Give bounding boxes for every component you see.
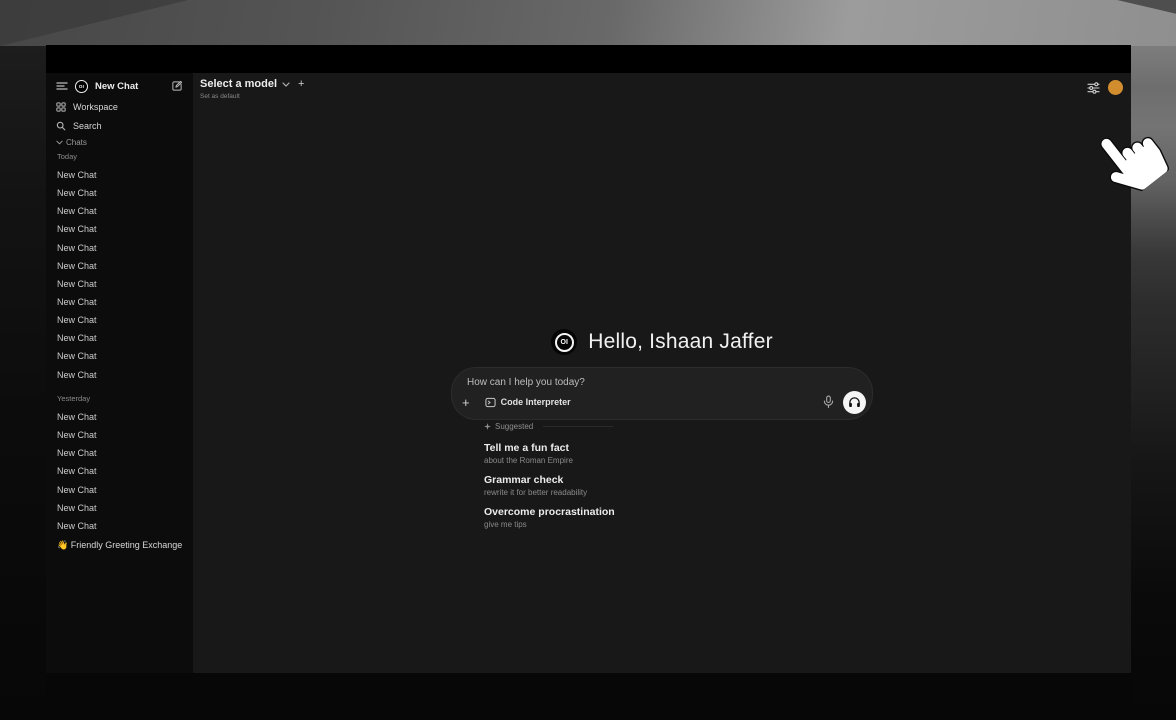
suggested-list: Tell me a fun fact about the Roman Empir…: [484, 442, 884, 529]
chevron-down-icon: [56, 140, 63, 145]
suggested-prompt-subtitle: give me tips: [484, 520, 884, 529]
chat-list-item[interactable]: New Chat: [46, 220, 193, 238]
openwebui-logo: OI: [551, 329, 577, 355]
chat-group-label-yesterday: Yesterday: [57, 394, 90, 403]
chat-list-item[interactable]: New Chat: [46, 202, 193, 220]
chat-list-item[interactable]: New Chat: [46, 499, 193, 517]
chat-list-item[interactable]: New Chat: [46, 366, 193, 384]
chat-group-label-today: Today: [57, 152, 77, 161]
suggested-prompt-title: Tell me a fun fact: [484, 442, 884, 454]
suggested-prompt-title: Grammar check: [484, 474, 884, 486]
message-composer[interactable]: How can I help you today? + Code Interpr…: [452, 368, 872, 419]
window-header-bar: [46, 45, 1131, 73]
chat-list-item[interactable]: New Chat: [46, 444, 193, 462]
suggested-prompt-subtitle: about the Roman Empire: [484, 456, 884, 465]
suggested-prompt[interactable]: Overcome procrastination give me tips: [484, 506, 884, 529]
suggested-prompts: Suggested Tell me a fun fact about the R…: [484, 422, 884, 529]
search-icon: [56, 121, 66, 131]
suggested-sparkle-icon: [484, 422, 491, 431]
suggested-prompt-subtitle: rewrite it for better readability: [484, 488, 884, 497]
add-model-button[interactable]: +: [298, 78, 304, 90]
microphone-icon[interactable]: [823, 395, 834, 409]
chat-list-today: New ChatNew ChatNew ChatNew ChatNew Chat…: [46, 166, 193, 384]
workspace-grid-icon: [56, 102, 66, 112]
sidebar: OI New Chat Workspace Search: [46, 73, 193, 673]
sidebar-item-search[interactable]: Search: [46, 116, 193, 135]
composer-toolbar: + Code Interpreter: [452, 391, 872, 413]
chat-list-item[interactable]: New Chat: [46, 184, 193, 202]
greeting-row: OI Hello, Ishaan Jaffer: [193, 329, 1131, 355]
sidebar-item-workspace[interactable]: Workspace: [46, 97, 193, 116]
sidebar-item-label: Workspace: [73, 102, 118, 112]
openwebui-logo[interactable]: OI: [75, 80, 88, 93]
user-avatar[interactable]: [1108, 80, 1123, 95]
chat-list-item[interactable]: New Chat: [46, 257, 193, 275]
new-chat-icon[interactable]: [171, 80, 183, 92]
code-interpreter-icon: [485, 397, 496, 408]
chat-list-item[interactable]: New Chat: [46, 517, 193, 535]
chat-list-item[interactable]: New Chat: [46, 462, 193, 480]
chat-list-item[interactable]: New Chat: [46, 426, 193, 444]
model-selector-block: Select a model + Set as default: [200, 78, 304, 100]
chat-list-item[interactable]: New Chat: [46, 329, 193, 347]
controls-sliders-icon[interactable]: [1087, 82, 1100, 94]
chat-list-item-friendly-greeting[interactable]: 👋 Friendly Greeting Exchange: [46, 536, 193, 554]
app-window: OI New Chat Workspace Search: [46, 45, 1131, 673]
chat-list-item[interactable]: New Chat: [46, 293, 193, 311]
desktop-background-right: [1131, 46, 1176, 720]
sidebar-nav: Workspace Search: [46, 97, 193, 135]
suggested-prompt[interactable]: Grammar check rewrite it for better read…: [484, 474, 884, 497]
suggested-prompt-title: Overcome procrastination: [484, 506, 884, 518]
chat-list-item[interactable]: New Chat: [46, 311, 193, 329]
chat-list-item[interactable]: New Chat: [46, 347, 193, 365]
attach-plus-button[interactable]: +: [462, 396, 470, 409]
main-content: Select a model + Set as default OI Hello…: [193, 73, 1131, 673]
headphones-icon: [848, 396, 861, 408]
voice-call-button[interactable]: [843, 391, 866, 414]
topbar-right-controls: [1087, 80, 1123, 95]
suggested-prompt[interactable]: Tell me a fun fact about the Roman Empir…: [484, 442, 884, 465]
set-as-default-button[interactable]: Set as default: [200, 93, 304, 100]
message-input[interactable]: How can I help you today?: [467, 377, 585, 388]
greeting-text: Hello, Ishaan Jaffer: [588, 330, 773, 354]
suggested-label: Suggested: [495, 422, 533, 431]
suggested-divider: [543, 426, 613, 427]
chat-list-item[interactable]: New Chat: [46, 166, 193, 184]
suggested-header: Suggested: [484, 422, 884, 431]
sidebar-title: New Chat: [95, 81, 138, 92]
code-interpreter-toggle[interactable]: Code Interpreter: [479, 394, 577, 411]
chats-section-label: Chats: [66, 138, 87, 147]
desktop-background-left: [0, 46, 46, 720]
sidebar-item-label: Search: [73, 121, 102, 131]
model-selector[interactable]: Select a model: [200, 78, 277, 90]
chat-list-item[interactable]: New Chat: [46, 275, 193, 293]
desktop-background-top: [0, 0, 1176, 46]
code-interpreter-label: Code Interpreter: [501, 397, 571, 407]
chats-section-toggle[interactable]: Chats: [56, 138, 87, 147]
chat-list-item[interactable]: New Chat: [46, 481, 193, 499]
chat-list-yesterday: New ChatNew ChatNew ChatNew ChatNew Chat…: [46, 408, 193, 535]
chevron-down-icon[interactable]: [282, 82, 290, 87]
sidebar-toggle-icon[interactable]: [56, 81, 68, 91]
chat-list-item[interactable]: New Chat: [46, 408, 193, 426]
chat-list-item[interactable]: New Chat: [46, 239, 193, 257]
sidebar-header: OI New Chat: [46, 77, 193, 95]
